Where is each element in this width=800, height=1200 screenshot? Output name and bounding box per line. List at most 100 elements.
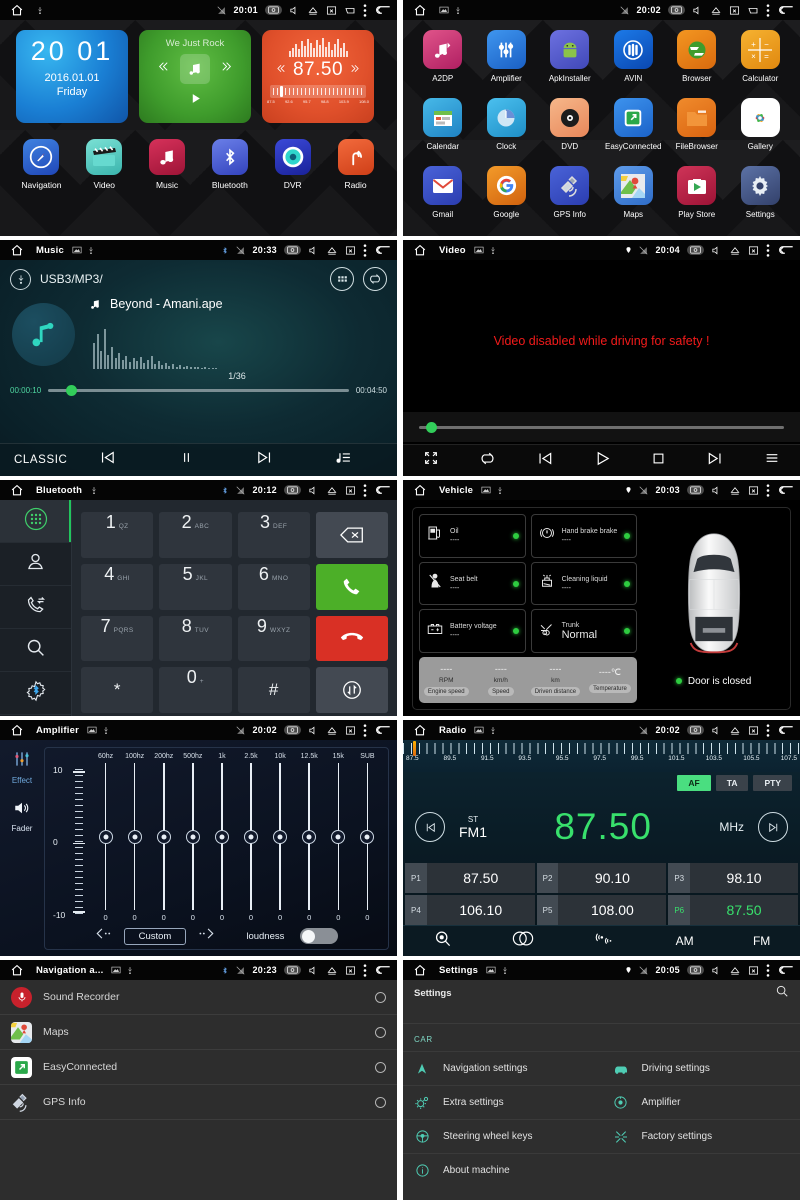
previous-button[interactable]	[536, 450, 554, 472]
radio-button[interactable]	[375, 1061, 386, 1073]
sidebar-item-contacts[interactable]	[0, 543, 71, 586]
back-icon[interactable]	[374, 724, 391, 736]
list-item[interactable]: GPS Info	[0, 1085, 397, 1120]
volume-icon[interactable]	[289, 5, 300, 16]
preset-prev-icon[interactable]	[95, 927, 115, 945]
key-0[interactable]: 0 +	[159, 667, 232, 713]
back-icon[interactable]	[777, 964, 794, 976]
eq-slider-2-5k[interactable]: 0	[236, 763, 265, 922]
radio-button[interactable]	[375, 1026, 386, 1038]
settings-item-extra[interactable]: Extra settings	[403, 1085, 602, 1119]
eq-slider-60hz[interactable]: 0	[91, 763, 120, 922]
overflow-menu-icon[interactable]	[363, 483, 367, 497]
slider-track[interactable]	[273, 763, 288, 910]
eq-slider-500hz[interactable]: 0	[178, 763, 207, 922]
preset-p1[interactable]: P1 87.50	[405, 863, 535, 893]
radio-button[interactable]	[375, 1096, 386, 1108]
app-apkinstaller[interactable]: ApkInstaller	[538, 30, 602, 96]
close-window-icon[interactable]	[345, 965, 356, 976]
close-window-icon[interactable]	[345, 725, 356, 736]
slider-knob[interactable]	[244, 829, 259, 844]
preset-p6[interactable]: P6 87.50	[668, 895, 798, 925]
close-window-icon[interactable]	[748, 245, 759, 256]
overflow-menu-icon[interactable]	[363, 723, 367, 737]
eq-slider-12-5k[interactable]: 0	[295, 763, 324, 922]
list-item[interactable]: EasyConnected	[0, 1050, 397, 1085]
key-9[interactable]: 9 WXYZ	[237, 615, 310, 662]
key-7[interactable]: 7 PQRS	[81, 615, 154, 662]
radio-frequency-scale[interactable]: 87.5 89.5 91.5 93.5 95.5 97.5 99.5 101.5…	[403, 740, 800, 772]
eq-slider-10k[interactable]: 0	[266, 763, 295, 922]
volume-icon[interactable]	[308, 485, 319, 496]
home-icon[interactable]	[6, 484, 28, 497]
repeat-icon[interactable]	[479, 450, 496, 472]
preset-p4[interactable]: P4 106.10	[405, 895, 535, 925]
screenshot-icon[interactable]	[284, 965, 301, 975]
volume-icon[interactable]	[308, 965, 319, 976]
key-8[interactable]: 8 TUV	[159, 615, 232, 662]
search-icon[interactable]	[775, 984, 789, 1003]
close-window-icon[interactable]	[345, 485, 356, 496]
preset-p2[interactable]: P2 90.10	[536, 863, 667, 893]
dock-item-radio[interactable]: Radio	[329, 139, 383, 190]
screenshot-icon[interactable]	[687, 965, 704, 975]
settings-item-factory[interactable]: Factory settings	[601, 1119, 800, 1153]
back-icon[interactable]	[777, 724, 794, 736]
settings-item-steering-wheel-keys[interactable]: Steering wheel keys	[403, 1119, 602, 1153]
playlist-icon[interactable]	[335, 449, 352, 471]
volume-icon[interactable]	[711, 245, 722, 256]
slider-knob[interactable]	[185, 829, 200, 844]
clock-widget[interactable]: 20 01 2016.01.01 Friday	[16, 30, 128, 123]
home-icon[interactable]	[6, 4, 28, 17]
app-google[interactable]: Google	[475, 166, 539, 232]
key-5[interactable]: 5 JKL	[159, 563, 232, 610]
home-icon[interactable]	[409, 724, 431, 737]
back-icon[interactable]	[777, 484, 794, 496]
back-icon[interactable]	[777, 4, 794, 16]
screenshot-icon[interactable]	[284, 725, 301, 735]
slider-track[interactable]	[331, 763, 346, 910]
preset-p5[interactable]: P5 108.00	[536, 895, 667, 925]
tune-up-button[interactable]	[758, 812, 788, 842]
playlist-icon[interactable]	[764, 450, 780, 471]
equalizer-icon[interactable]	[330, 267, 354, 291]
tab-fader[interactable]: Fader	[0, 799, 44, 833]
play-icon[interactable]	[139, 92, 251, 110]
stop-button[interactable]	[651, 451, 666, 471]
overflow-menu-icon[interactable]	[766, 723, 770, 737]
eject-icon[interactable]	[326, 965, 338, 976]
key-2[interactable]: 2 ABC	[159, 512, 232, 558]
eq-slider-1k[interactable]: 0	[207, 763, 236, 922]
home-icon[interactable]	[6, 244, 28, 257]
dock-item-music[interactable]: Music	[140, 139, 194, 190]
call-answer-button[interactable]	[315, 563, 388, 610]
key-1[interactable]: 1 QZ	[81, 512, 154, 558]
home-icon[interactable]	[409, 4, 431, 17]
app-a2dp[interactable]: A2DP	[411, 30, 475, 96]
previous-button[interactable]	[98, 449, 117, 471]
eject-icon[interactable]	[326, 245, 338, 256]
close-window-icon[interactable]	[748, 485, 759, 496]
home-icon[interactable]	[409, 484, 431, 497]
overflow-menu-icon[interactable]	[363, 243, 367, 257]
app-amplifier[interactable]: Amplifier	[475, 30, 539, 96]
slider-knob[interactable]	[214, 829, 229, 844]
tab-effect[interactable]: Effect	[0, 749, 44, 785]
eject-icon[interactable]	[729, 725, 741, 736]
list-item[interactable]: Sound Recorder	[0, 980, 397, 1015]
slider-track[interactable]	[98, 763, 113, 910]
slider-track[interactable]	[127, 763, 142, 910]
prev-track-icon[interactable]	[157, 60, 172, 78]
home-icon[interactable]	[6, 964, 28, 977]
slider-knob[interactable]	[360, 829, 375, 844]
screenshot-icon[interactable]	[265, 5, 282, 15]
dock-item-navigation[interactable]: Navigation	[14, 139, 68, 190]
radio-widget[interactable]: 87.50 87.5 92.6 95.7 98.8 103.9 108.0	[262, 30, 374, 123]
app-filebrowser[interactable]: FileBrowser	[665, 98, 729, 164]
screenshot-icon[interactable]	[284, 245, 301, 255]
af-button[interactable]: AF	[677, 775, 711, 791]
eject-icon[interactable]	[307, 5, 319, 16]
preset-p3[interactable]: P3 98.10	[668, 863, 798, 893]
ta-button[interactable]: TA	[715, 775, 749, 791]
am-button[interactable]: AM	[676, 934, 694, 948]
